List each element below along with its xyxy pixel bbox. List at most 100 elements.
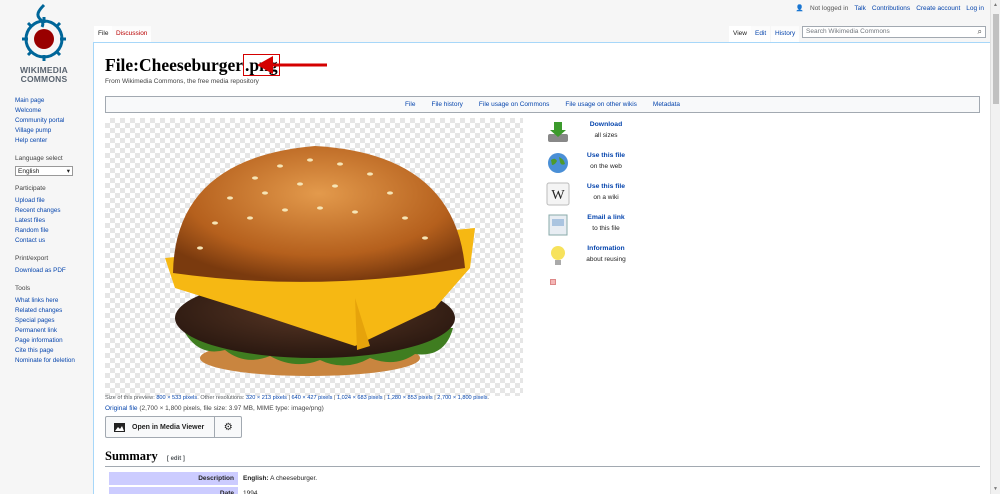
- summary-table: Description English: A cheeseburger. Dat…: [109, 470, 538, 494]
- email-sub: to this file: [592, 225, 620, 232]
- original-file-line: Original file (2,700 × 1,800 pixels, fil…: [105, 405, 324, 412]
- other-resolutions-label: . Other resolutions:: [197, 395, 245, 401]
- site-subtitle: From Wikimedia Commons, the free media r…: [105, 78, 259, 85]
- page-title: File:Cheeseburger.png: [105, 54, 280, 76]
- tab-history[interactable]: History: [771, 26, 800, 42]
- sidebar-item-page-information[interactable]: Page information: [15, 336, 92, 346]
- toc-file[interactable]: File: [405, 101, 415, 108]
- search-input[interactable]: Search Wikimedia Commons ⌕: [802, 26, 986, 38]
- sidebar-item-what-links-here[interactable]: What links here: [15, 296, 92, 306]
- tools-heading: Tools: [15, 285, 31, 292]
- resolution-link-2700[interactable]: 2,700 × 1,800 pixels: [437, 395, 487, 401]
- image-icon: [114, 422, 125, 432]
- description-key: Description: [109, 472, 238, 485]
- download-link[interactable]: Download: [576, 121, 636, 128]
- sidebar-item-random-file[interactable]: Random file: [15, 226, 92, 236]
- use-web-link[interactable]: Use this file: [576, 152, 636, 159]
- sidebar-item-main-page[interactable]: Main page: [15, 96, 92, 106]
- tab-view[interactable]: View: [729, 26, 751, 42]
- use-wiki-sub: on a wiki: [593, 194, 619, 201]
- date-value: 1994: [243, 490, 258, 494]
- page-scrollbar[interactable]: ▲ ▼: [990, 0, 1000, 494]
- create-account-link[interactable]: Create account: [916, 5, 960, 12]
- wikimedia-commons-logo[interactable]: WIKIMEDIA COMMONS: [14, 3, 74, 84]
- broken-image-icon: [550, 279, 556, 285]
- sidebar-item-special-pages[interactable]: Special pages: [15, 316, 92, 326]
- sidebar-item-help-center[interactable]: Help center: [15, 136, 92, 146]
- globe-icon: [548, 153, 568, 173]
- language-select[interactable]: English ▾: [15, 166, 73, 176]
- gear-icon[interactable]: ⚙: [215, 417, 241, 437]
- action-information[interactable]: Information about reusing: [546, 242, 666, 273]
- summary-title: Summary: [105, 449, 158, 463]
- dropdown-arrow-icon: ▾: [66, 168, 70, 175]
- sidebar-item-related-changes[interactable]: Related changes: [15, 306, 92, 316]
- language-heading: Language select: [15, 155, 63, 162]
- personal-tools: 👤 Not logged in Talk Contributions Creat…: [796, 4, 984, 13]
- sidebar-item-upload-file[interactable]: Upload file: [15, 196, 92, 206]
- resolution-link-1024[interactable]: 1,024 × 683 pixels: [337, 395, 383, 401]
- separator: |: [434, 395, 436, 401]
- resolution-link-640[interactable]: 640 × 427 pixels: [292, 395, 333, 401]
- sidebar-item-welcome[interactable]: Welcome: [15, 106, 92, 116]
- preview-size-label: Size of this preview:: [105, 395, 155, 401]
- scroll-up-icon[interactable]: ▲: [993, 2, 998, 8]
- talk-link[interactable]: Talk: [854, 5, 866, 12]
- resolution-line: Size of this preview: 800 × 533 pixels. …: [105, 395, 490, 401]
- sidebar-item-download-pdf[interactable]: Download as PDF: [15, 266, 92, 276]
- tab-edit[interactable]: Edit: [751, 26, 771, 42]
- email-icon: [548, 214, 568, 236]
- tab-file[interactable]: File: [94, 26, 113, 42]
- file-preview-image[interactable]: [105, 118, 523, 396]
- preview-size-link[interactable]: 800 × 533 pixels: [156, 395, 197, 401]
- svg-text:W: W: [551, 188, 565, 203]
- description-value: English: A cheeseburger.: [238, 472, 538, 485]
- scroll-down-icon[interactable]: ▼: [993, 486, 998, 492]
- open-media-viewer-button[interactable]: Open in Media Viewer: [106, 417, 216, 437]
- sidebar-item-cite-page[interactable]: Cite this page: [15, 346, 92, 356]
- information-sub: about reusing: [586, 256, 626, 263]
- original-file-link[interactable]: Original file: [105, 405, 138, 412]
- resolution-link-320[interactable]: 320 × 213 pixels: [246, 395, 287, 401]
- print-export-heading: Print/export: [15, 255, 49, 262]
- scroll-thumb[interactable]: [993, 14, 999, 104]
- sidebar-item-latest-files[interactable]: Latest files: [15, 216, 92, 226]
- download-sub: all sizes: [594, 132, 618, 139]
- toc-file-usage-commons[interactable]: File usage on Commons: [479, 101, 549, 108]
- separator: |: [334, 395, 336, 401]
- resolution-link-1280[interactable]: 1,280 × 853 pixels: [387, 395, 433, 401]
- title-base: File:Cheeseburger: [105, 55, 244, 75]
- sidebar-item-contact-us[interactable]: Contact us: [15, 236, 92, 246]
- sidebar-item-nominate-deletion[interactable]: Nominate for deletion: [15, 356, 92, 366]
- sidebar-item-community-portal[interactable]: Community portal: [15, 116, 92, 126]
- sidebar-item-permanent-link[interactable]: Permanent link: [15, 326, 92, 336]
- action-use-web[interactable]: Use this file on the web: [546, 149, 666, 180]
- email-link[interactable]: Email a link: [576, 214, 636, 221]
- summary-heading: Summary [ edit ]: [105, 449, 980, 467]
- log-in-link[interactable]: Log in: [966, 5, 984, 12]
- table-row: Date 1994: [109, 487, 538, 494]
- tab-discussion[interactable]: Discussion: [112, 26, 152, 42]
- action-download[interactable]: Download all sizes: [546, 118, 666, 149]
- cheeseburger-image: [165, 146, 475, 376]
- search-placeholder: Search Wikimedia Commons: [806, 28, 890, 35]
- search-icon[interactable]: ⌕: [978, 27, 982, 37]
- action-email-link[interactable]: Email a link to this file: [546, 211, 666, 242]
- toc-file-history[interactable]: File history: [431, 101, 462, 108]
- action-use-wiki[interactable]: W Use this file on a wiki: [546, 180, 666, 211]
- use-wiki-link[interactable]: Use this file: [576, 183, 636, 190]
- sidebar-item-recent-changes[interactable]: Recent changes: [15, 206, 92, 216]
- date-key: Date: [109, 487, 238, 494]
- table-row: Description English: A cheeseburger.: [109, 472, 538, 485]
- information-link[interactable]: Information: [576, 245, 636, 252]
- summary-edit-link[interactable]: [ edit ]: [167, 456, 185, 462]
- toc-file-usage-other-wikis[interactable]: File usage on other wikis: [565, 101, 637, 108]
- sidebar-language: Language select English ▾: [0, 155, 92, 176]
- contributions-link[interactable]: Contributions: [872, 5, 910, 12]
- toc-metadata[interactable]: Metadata: [653, 101, 680, 108]
- file-actions-panel: Download all sizes Use this file on the …: [546, 118, 666, 273]
- sidebar-item-village-pump[interactable]: Village pump: [15, 126, 92, 136]
- sidebar-participate: Participate Upload file Recent changes L…: [0, 185, 92, 246]
- sidebar-print-export: Print/export Download as PDF: [0, 255, 92, 276]
- media-viewer-label: Open in Media Viewer: [132, 423, 205, 431]
